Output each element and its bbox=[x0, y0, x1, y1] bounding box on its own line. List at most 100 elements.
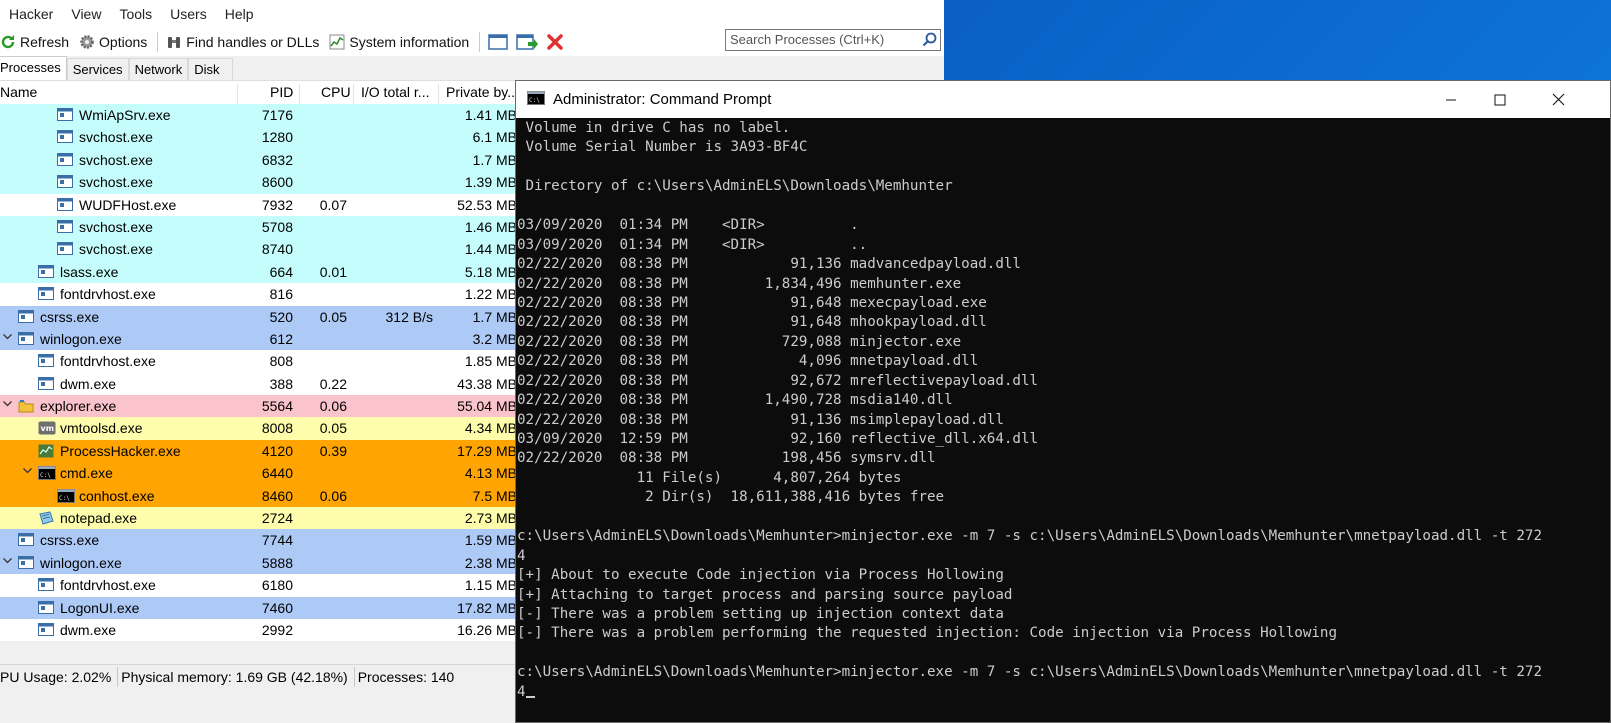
process-cpu: 0.39 bbox=[319, 442, 347, 459]
process-name: ProcessHacker.exe bbox=[60, 442, 181, 459]
process-name: explorer.exe bbox=[40, 398, 117, 415]
process-private-bytes: 3.2 MB bbox=[472, 330, 517, 347]
svg-text:C:\: C:\ bbox=[529, 97, 540, 104]
column-pid[interactable]: PID bbox=[270, 84, 293, 100]
process-private-bytes: 52.53 MB bbox=[457, 196, 517, 213]
process-name-cell: explorer.exe bbox=[18, 398, 116, 414]
process-pid: 1280 bbox=[261, 129, 293, 146]
refresh-button[interactable]: Refresh bbox=[0, 34, 69, 50]
window-icon bbox=[57, 130, 73, 144]
window-go-icon[interactable] bbox=[516, 33, 539, 51]
process-private-bytes: 1.7 MB bbox=[472, 151, 517, 168]
console-line: Volume Serial Number is 3A93-BF4C bbox=[517, 139, 808, 156]
process-name-cell: C:\ cmd.exe bbox=[38, 465, 113, 481]
column-private-bytes[interactable]: Private by... bbox=[446, 84, 519, 100]
column-cpu[interactable]: CPU bbox=[321, 84, 351, 100]
console-icon: C:\ bbox=[527, 91, 545, 108]
menu-hacker[interactable]: Hacker bbox=[0, 6, 62, 22]
process-pid: 7744 bbox=[261, 532, 293, 549]
chart-icon bbox=[329, 34, 345, 50]
process-name: winlogon.exe bbox=[40, 330, 122, 347]
process-private-bytes: 1.44 MB bbox=[464, 241, 517, 258]
notepad-icon bbox=[38, 511, 54, 525]
process-name-cell: csrss.exe bbox=[18, 309, 99, 325]
tab-disk[interactable]: Disk bbox=[188, 58, 233, 80]
process-pid: 6440 bbox=[261, 465, 293, 482]
title-bar[interactable]: C:\ Administrator: Command Prompt bbox=[516, 81, 1610, 118]
console-output[interactable]: Volume in drive C has no label. Volume S… bbox=[517, 119, 1607, 722]
console-icon: C:\ bbox=[57, 488, 75, 503]
menu-view[interactable]: View bbox=[58, 6, 110, 22]
close-button[interactable] bbox=[1529, 81, 1587, 118]
console-line: [-] There was a problem setting up injec… bbox=[517, 605, 1004, 622]
window-icon bbox=[38, 578, 54, 592]
maximize-button[interactable] bbox=[1471, 81, 1529, 118]
process-name-cell: WmiApSrv.exe bbox=[57, 107, 171, 123]
process-pid: 664 bbox=[269, 263, 293, 280]
menu-tools[interactable]: Tools bbox=[106, 6, 161, 22]
close-icon[interactable] bbox=[546, 33, 564, 51]
process-name-cell: fontdrvhost.exe bbox=[38, 286, 156, 302]
menu-users[interactable]: Users bbox=[157, 6, 216, 22]
process-name: notepad.exe bbox=[60, 510, 138, 527]
processhacker-icon bbox=[38, 444, 54, 458]
window-icon bbox=[18, 309, 34, 324]
folder-icon bbox=[18, 399, 34, 413]
process-private-bytes: 5.18 MB bbox=[464, 263, 517, 280]
console-line: 02/22/2020 08:38 PM 91,648 mexecpayload.… bbox=[517, 294, 987, 311]
status-cpu-usage: PU Usage: 2.02% bbox=[0, 667, 119, 687]
expand-chevron-icon[interactable] bbox=[2, 555, 13, 569]
process-pid: 816 bbox=[269, 286, 293, 303]
process-name: WUDFHost.exe bbox=[79, 196, 177, 213]
process-pid: 5564 bbox=[261, 398, 293, 415]
process-cpu: 0.07 bbox=[319, 196, 347, 213]
process-pid: 388 bbox=[269, 375, 293, 392]
command-prompt-window[interactable]: C:\ Administrator: Command Prompt Volume… bbox=[515, 80, 1611, 723]
status-physical-memory: Physical memory: 1.69 GB (42.18%) bbox=[118, 667, 355, 687]
process-pid: 4120 bbox=[261, 442, 293, 459]
process-cpu: 0.05 bbox=[319, 308, 347, 325]
process-name-cell: svchost.exe bbox=[57, 241, 153, 257]
console-line: 03/09/2020 01:34 PM <DIR> . bbox=[517, 217, 859, 234]
console-line: 02/22/2020 08:38 PM 729,088 minjector.ex… bbox=[517, 333, 962, 350]
expand-chevron-icon[interactable] bbox=[2, 398, 13, 412]
console-line: 03/09/2020 01:34 PM <DIR> .. bbox=[517, 236, 868, 253]
window-icon[interactable] bbox=[488, 33, 508, 51]
process-private-bytes: 1.46 MB bbox=[464, 218, 517, 235]
expand-chevron-icon[interactable] bbox=[22, 465, 33, 479]
console-line: 03/09/2020 12:59 PM 92,160 reflective_dl… bbox=[517, 431, 1039, 447]
tab-processes[interactable]: Processes bbox=[0, 56, 67, 80]
console-line: 02/22/2020 08:38 PM 91,136 madvancedpayl… bbox=[517, 256, 1021, 273]
window-icon bbox=[18, 331, 34, 346]
options-button[interactable]: Options bbox=[79, 34, 147, 50]
console-line: 11 File(s) 4,807,264 bytes bbox=[517, 469, 902, 486]
column-name[interactable]: Name bbox=[0, 84, 37, 100]
expand-chevron-icon[interactable] bbox=[2, 331, 13, 345]
search-icon[interactable] bbox=[922, 32, 937, 50]
tab-services[interactable]: Services bbox=[66, 58, 129, 80]
process-name: svchost.exe bbox=[79, 174, 153, 191]
process-pid: 2724 bbox=[261, 510, 293, 527]
tab-network[interactable]: Network bbox=[128, 58, 189, 80]
system-information-button[interactable]: System information bbox=[329, 34, 469, 50]
window-icon bbox=[57, 197, 73, 212]
column-io-total[interactable]: I/O total r... bbox=[361, 84, 429, 100]
close-icon bbox=[1552, 93, 1564, 106]
search-input[interactable]: Search Processes (Ctrl+K) bbox=[725, 29, 941, 51]
process-name-cell: vm vmtoolsd.exe bbox=[38, 420, 142, 436]
window-icon bbox=[18, 533, 34, 547]
window-icon bbox=[57, 108, 73, 122]
toolbar-separator bbox=[157, 32, 159, 52]
process-name: winlogon.exe bbox=[40, 554, 122, 571]
find-handles-button[interactable]: Find handles or DLLs bbox=[166, 34, 319, 50]
window-icon bbox=[38, 354, 54, 368]
process-pid: 612 bbox=[269, 330, 293, 347]
process-name-cell: C:\ conhost.exe bbox=[57, 488, 155, 504]
menu-help[interactable]: Help bbox=[212, 6, 263, 22]
console-line: 4 bbox=[517, 683, 1607, 702]
process-name-cell: WUDFHost.exe bbox=[57, 197, 176, 213]
